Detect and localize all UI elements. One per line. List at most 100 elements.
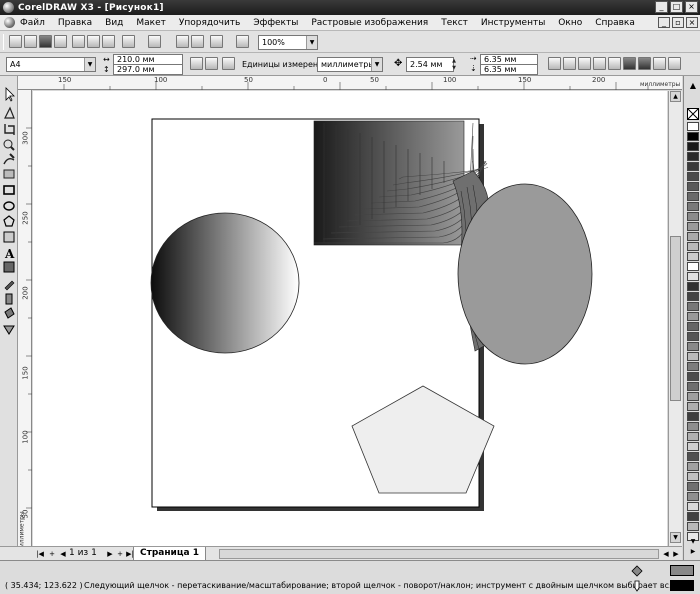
draw-units-icon[interactable] [548, 57, 561, 70]
more-options-icon[interactable] [668, 57, 681, 70]
color-swatch[interactable] [687, 472, 699, 481]
interactive-fill-tool-icon[interactable] [3, 325, 15, 335]
color-swatch[interactable] [687, 232, 699, 241]
minimize-button[interactable]: _ [655, 1, 668, 13]
add-page-after-button[interactable]: + [115, 549, 125, 559]
color-swatch[interactable] [687, 372, 699, 381]
document-icon[interactable] [4, 17, 15, 28]
cut-icon[interactable] [72, 35, 85, 48]
ellipse-tool-icon[interactable] [3, 201, 15, 211]
close-button[interactable]: × [685, 1, 698, 13]
scroll-up-button[interactable]: ▲ [670, 91, 681, 102]
color-swatch[interactable] [687, 292, 699, 301]
color-swatch[interactable] [687, 392, 699, 401]
coreldraw-app-icon[interactable] [3, 2, 14, 13]
palette-scroll-up-icon[interactable]: ▲ [687, 80, 699, 92]
color-swatch[interactable] [687, 262, 699, 271]
color-swatch[interactable] [687, 362, 699, 371]
menu-edit[interactable]: Правка [58, 18, 92, 28]
color-swatch[interactable] [687, 492, 699, 501]
undo-icon[interactable] [122, 35, 135, 48]
landscape-icon[interactable] [205, 57, 218, 70]
scroll-down-button[interactable]: ▼ [670, 532, 681, 543]
paste-icon[interactable] [102, 35, 115, 48]
color-swatch[interactable] [687, 152, 699, 161]
menu-bitmaps[interactable]: Растровые изображения [311, 18, 428, 28]
doc-close-button[interactable]: × [686, 17, 698, 28]
color-swatch[interactable] [687, 162, 699, 171]
export-icon[interactable] [191, 35, 204, 48]
save-icon[interactable] [39, 35, 52, 48]
redo-icon[interactable] [148, 35, 161, 48]
outline-color-swatch[interactable] [670, 580, 694, 591]
menu-layout[interactable]: Макет [136, 18, 166, 28]
duplicate-distance-y-field[interactable]: 6.35 мм [480, 64, 538, 75]
snap-objects-icon[interactable] [593, 57, 606, 70]
color-swatch[interactable] [687, 312, 699, 321]
interactive-blend-tool-icon[interactable] [3, 261, 15, 273]
crop-tool-icon[interactable] [4, 124, 15, 135]
nudge-distance-field[interactable]: 2.54 мм [406, 57, 454, 72]
color-swatch[interactable] [687, 332, 699, 341]
menu-effects[interactable]: Эффекты [253, 18, 298, 28]
color-swatch[interactable] [687, 272, 699, 281]
color-swatch[interactable] [687, 502, 699, 511]
menu-tools[interactable]: Инструменты [481, 18, 545, 28]
horizontal-ruler[interactable]: 150 100 50 0 50 100 150 200 миллиметры [18, 76, 682, 90]
prev-page-button[interactable]: ◀ [58, 549, 68, 559]
snap-grid-icon[interactable] [563, 57, 576, 70]
outline-pen-icon[interactable] [630, 579, 644, 593]
application-launcher-icon[interactable] [210, 35, 223, 48]
color-swatch[interactable] [687, 412, 699, 421]
freehand-tool-icon[interactable] [3, 153, 15, 165]
dynamic-guides-icon[interactable] [608, 57, 621, 70]
add-page-before-button[interactable]: + [47, 549, 57, 559]
first-page-button[interactable]: |◀ [35, 549, 45, 559]
polygon-tool-icon[interactable] [3, 215, 15, 227]
units-select[interactable]: миллиметры ▼ [317, 57, 383, 72]
new-document-icon[interactable] [9, 35, 22, 48]
doc-minimize-button[interactable]: _ [658, 17, 670, 28]
vertical-scrollbar[interactable]: ▲ ▼ [668, 91, 682, 546]
corel-online-icon[interactable] [236, 35, 249, 48]
fill-bucket-icon[interactable] [630, 564, 644, 578]
color-swatch[interactable] [687, 462, 699, 471]
menu-view[interactable]: Вид [105, 18, 123, 28]
smart-fill-tool-icon[interactable] [3, 169, 15, 179]
color-swatch[interactable] [687, 322, 699, 331]
color-swatch[interactable] [687, 352, 699, 361]
color-swatch[interactable] [687, 402, 699, 411]
treat-as-filled-icon[interactable] [623, 57, 636, 70]
scale-icon[interactable] [638, 57, 651, 70]
eyedropper-tool-icon[interactable] [4, 280, 15, 291]
palette-scroll-down-icon[interactable]: ▼ [687, 538, 699, 547]
doc-restore-button[interactable]: ▫ [672, 17, 684, 28]
fill-color-swatch[interactable] [670, 565, 694, 576]
import-icon[interactable] [176, 35, 189, 48]
color-swatch[interactable] [687, 222, 699, 231]
menu-window[interactable]: Окно [558, 18, 582, 28]
color-swatch[interactable] [687, 342, 699, 351]
zoom-levels-select[interactable]: 100% ▼ [258, 35, 318, 50]
zoom-tool-icon[interactable] [3, 139, 15, 151]
print-icon[interactable] [54, 35, 67, 48]
no-fill-swatch[interactable] [687, 108, 699, 120]
gray-ellipse[interactable] [457, 183, 593, 365]
gradient-ellipse[interactable] [150, 212, 300, 354]
portrait-icon[interactable] [190, 57, 203, 70]
color-swatch[interactable] [687, 432, 699, 441]
next-page-button[interactable]: ▶ [105, 549, 115, 559]
copy-icon[interactable] [87, 35, 100, 48]
color-swatch[interactable] [687, 182, 699, 191]
color-swatch[interactable] [687, 172, 699, 181]
color-swatch[interactable] [687, 212, 699, 221]
color-swatch[interactable] [687, 512, 699, 521]
snap-guidelines-icon[interactable] [578, 57, 591, 70]
color-swatch[interactable] [687, 452, 699, 461]
menu-arrange[interactable]: Упорядочить [179, 18, 240, 28]
tab-page-1[interactable]: Страница 1 [133, 547, 207, 561]
maximize-button[interactable]: □ [670, 1, 683, 13]
scroll-left-button[interactable]: ◀ [661, 549, 671, 559]
basic-shapes-tool-icon[interactable] [3, 231, 15, 243]
rectangle-tool-icon[interactable] [3, 185, 15, 195]
